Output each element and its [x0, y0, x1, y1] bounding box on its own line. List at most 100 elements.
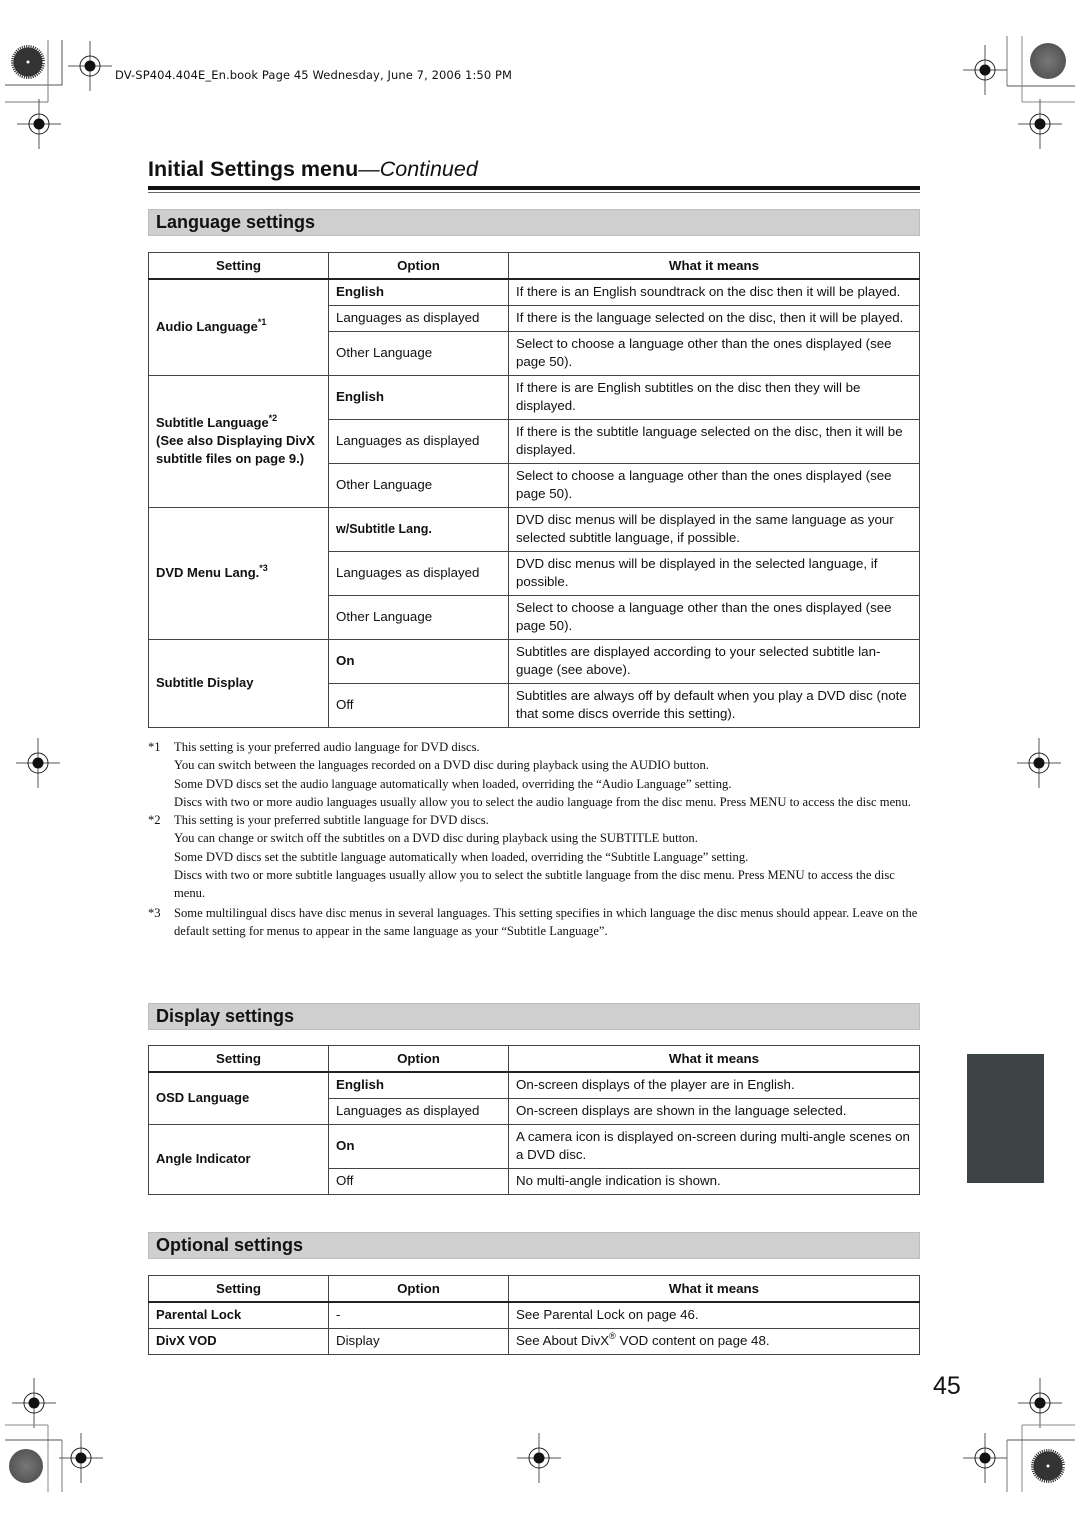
- table-header-row: Setting Option What it means: [148, 1045, 920, 1073]
- meaning-cell: Select to choose a language other than t…: [508, 330, 920, 376]
- section-title: Optional settings: [156, 1235, 304, 1255]
- option-cell: Off: [328, 1167, 509, 1195]
- setting-cell: Angle Indicator: [148, 1123, 329, 1195]
- footnote: *2 This setting is your preferred subtit…: [148, 811, 923, 902]
- option-cell: Other Language: [328, 462, 509, 508]
- footnote: *3 Some multilingual discs have disc men…: [148, 904, 923, 941]
- meaning-cell: A camera icon is displayed on-screen dur…: [508, 1123, 920, 1169]
- option-cell: Other Language: [328, 594, 509, 640]
- crosshair-icon: [962, 44, 1008, 96]
- option-cell: Other Language: [328, 330, 509, 376]
- crosshair-icon: [67, 40, 113, 92]
- column-header-setting: Setting: [148, 1275, 329, 1303]
- footnote-marker: *3: [148, 905, 161, 920]
- meaning-cell: Select to choose a language other than t…: [508, 594, 920, 640]
- section-header-optional: Optional settings: [148, 1232, 920, 1259]
- option-cell: Off: [328, 682, 509, 728]
- print-slug: DV-SP404.404E_En.book Page 45 Wednesday,…: [115, 68, 513, 82]
- crosshair-icon: [1017, 98, 1063, 150]
- optional-settings-table: Setting Option What it means Parental Lo…: [148, 1275, 920, 1355]
- option-cell: English: [328, 1071, 509, 1099]
- title-rule-thin: [148, 192, 920, 193]
- table-header-row: Setting Option What it means: [148, 1275, 920, 1303]
- section-title: Language settings: [156, 212, 316, 232]
- footnote: *1 This setting is your preferred audio …: [148, 738, 923, 811]
- crosshair-icon: [11, 1377, 57, 1429]
- meaning-cell: See About DivX® VOD content on page 48.: [508, 1327, 920, 1355]
- crosshair-icon: [962, 1432, 1008, 1484]
- language-settings-table: Setting Option What it means Audio Langu…: [148, 252, 920, 728]
- column-header-setting: Setting: [148, 252, 329, 280]
- setting-cell: Parental Lock: [148, 1301, 329, 1329]
- table-row: Parental Lock - See Parental Lock on pag…: [148, 1301, 920, 1329]
- meaning-cell: DVD disc menus will be displayed in the …: [508, 550, 920, 596]
- starburst-icon: [1028, 1446, 1068, 1486]
- setting-cell: Subtitle Display: [148, 638, 329, 728]
- chapter-side-tab: [967, 1054, 1044, 1183]
- meaning-cell: Subtitles are always off by default when…: [508, 682, 920, 728]
- crosshair-icon: [58, 1432, 104, 1484]
- setting-cell: OSD Language: [148, 1071, 329, 1125]
- setting-cell: Subtitle Language*2 (See also Displaying …: [148, 374, 329, 508]
- table-row: DivX VOD Display See About DivX® VOD con…: [148, 1327, 920, 1355]
- column-header-meaning: What it means: [508, 252, 920, 280]
- table-row: Audio Language*1 English If there is an …: [148, 278, 920, 376]
- meaning-cell: On-screen displays of the player are in …: [508, 1071, 920, 1099]
- meaning-cell: If there is are English subtitles on the…: [508, 374, 920, 420]
- setting-cell: DVD Menu Lang.*3: [148, 506, 329, 640]
- option-cell: Display: [328, 1327, 509, 1355]
- column-header-option: Option: [328, 252, 509, 280]
- meaning-cell: Select to choose a language other than t…: [508, 462, 920, 508]
- setting-cell: Audio Language*1: [148, 278, 329, 376]
- meaning-cell: If there is the language selected on the…: [508, 304, 920, 332]
- starburst-icon: [8, 42, 48, 82]
- meaning-cell: No multi-angle indication is shown.: [508, 1167, 920, 1195]
- option-cell: w/Subtitle Lang.: [328, 506, 509, 552]
- crosshair-icon: [15, 737, 61, 789]
- title-rule: [148, 186, 920, 190]
- option-cell: -: [328, 1301, 509, 1329]
- display-settings-table: Setting Option What it means OSD Languag…: [148, 1045, 920, 1195]
- column-header-option: Option: [328, 1045, 509, 1073]
- option-cell: Languages as displayed: [328, 1097, 509, 1125]
- option-cell: English: [328, 278, 509, 306]
- column-header-meaning: What it means: [508, 1275, 920, 1303]
- meaning-cell: On-screen displays are shown in the lang…: [508, 1097, 920, 1125]
- crosshair-icon: [1017, 1377, 1063, 1429]
- option-cell: Languages as displayed: [328, 418, 509, 464]
- page-number: 45: [933, 1372, 961, 1400]
- crosshair-icon: [16, 98, 62, 150]
- option-cell: On: [328, 638, 509, 684]
- section-header-language: Language settings: [148, 209, 920, 236]
- table-header-row: Setting Option What it means: [148, 252, 920, 280]
- option-cell: Languages as displayed: [328, 550, 509, 596]
- option-cell: English: [328, 374, 509, 420]
- footnote-marker: *2: [148, 813, 161, 828]
- setting-cell: DivX VOD: [148, 1327, 329, 1355]
- column-header-setting: Setting: [148, 1045, 329, 1073]
- section-header-display: Display settings: [148, 1003, 920, 1030]
- meaning-cell: If there is an English soundtrack on the…: [508, 278, 920, 306]
- page-title-main: Initial Settings menu: [148, 157, 359, 181]
- section-title: Display settings: [156, 1006, 295, 1026]
- option-cell: Languages as displayed: [328, 304, 509, 332]
- crosshair-icon: [516, 1432, 562, 1484]
- table-row: Subtitle Display On Subtitles are displa…: [148, 638, 920, 728]
- page-title: Initial Settings menu—Continued: [148, 157, 478, 182]
- footnote-marker: *1: [148, 740, 161, 754]
- column-header-meaning: What it means: [508, 1045, 920, 1073]
- option-cell: On: [328, 1123, 509, 1169]
- crosshair-icon: [1016, 737, 1062, 789]
- table-row: Angle Indicator On A camera icon is disp…: [148, 1123, 920, 1195]
- target-circle-icon: [1030, 43, 1066, 79]
- footnotes: *1 This setting is your preferred audio …: [148, 738, 923, 940]
- table-row: DVD Menu Lang.*3 w/Subtitle Lang. DVD di…: [148, 506, 920, 640]
- meaning-cell: Subtitles are displayed according to you…: [508, 638, 920, 684]
- target-circle-icon: [9, 1449, 43, 1483]
- column-header-option: Option: [328, 1275, 509, 1303]
- table-row: OSD Language English On-screen displays …: [148, 1071, 920, 1125]
- meaning-cell: DVD disc menus will be displayed in the …: [508, 506, 920, 552]
- page-title-continued: —Continued: [358, 157, 478, 181]
- meaning-cell: If there is the subtitle language select…: [508, 418, 920, 464]
- table-row: Subtitle Language*2 (See also Displaying …: [148, 374, 920, 508]
